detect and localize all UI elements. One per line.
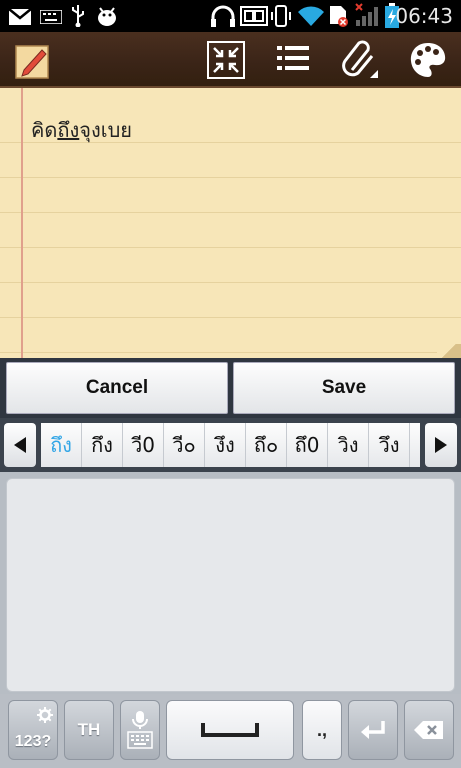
sim-error-icon [330, 6, 348, 27]
palette-icon[interactable] [408, 40, 448, 80]
candidate-item[interactable]: ถึ๐ [246, 423, 287, 467]
vibrate-icon [271, 5, 291, 27]
status-bar: 06:43 [0, 0, 461, 32]
candidate-item[interactable]: กึง [82, 423, 123, 467]
note-text-after: จุงเบย [79, 118, 132, 142]
backspace-icon [414, 721, 443, 739]
candidate-item[interactable]: ถึง [41, 423, 82, 467]
note-text-before: คิด [31, 118, 58, 142]
note-paper[interactable]: คิดถึงจุงเบย [0, 88, 461, 358]
paper-curl [437, 344, 461, 358]
space-bar-icon [201, 723, 259, 737]
handwriting-pad[interactable] [6, 478, 455, 692]
language-key[interactable]: TH [64, 700, 114, 760]
language-key-label: TH [77, 720, 101, 739]
candidate-bar: ถึง กึง วี0 วี๐ งึง ถึ๐ ถึ0 วิง วึง วึ [0, 418, 461, 472]
signal-icon [355, 3, 378, 26]
candidate-prev-button[interactable] [4, 423, 36, 467]
save-button[interactable]: Save [233, 362, 455, 414]
arrow-right-icon [435, 437, 447, 453]
mic-keyboard-icon [127, 711, 153, 749]
handwriting-area [0, 472, 461, 694]
candidate-item[interactable]: ถึ0 [287, 423, 328, 467]
enter-key[interactable] [348, 700, 398, 760]
arrow-left-icon [14, 437, 26, 453]
gmail-icon [8, 8, 32, 25]
candidate-item[interactable]: งึง [205, 423, 246, 467]
shrink-icon[interactable] [206, 40, 246, 80]
candidate-item[interactable]: วี๐ [164, 423, 205, 467]
voice-keyboard-key[interactable] [120, 700, 160, 760]
paper-margin-line [21, 88, 23, 358]
space-key[interactable] [166, 700, 294, 760]
headset-icon [211, 5, 235, 27]
nfc-icon [240, 6, 268, 26]
keyboard-bottom-row: 123? TH ., [0, 694, 461, 768]
candidate-next-button[interactable] [425, 423, 457, 467]
note-text[interactable]: คิดถึงจุงเบย [31, 114, 132, 146]
toolbar [0, 32, 461, 88]
settings-gear-icon [37, 707, 53, 723]
wifi-icon [298, 6, 324, 26]
list-icon[interactable] [276, 42, 316, 82]
candidate-item[interactable]: วี0 [123, 423, 164, 467]
backspace-key[interactable] [404, 700, 454, 760]
paperclip-icon[interactable] [340, 40, 380, 80]
numeric-mode-label: 123? [14, 733, 52, 750]
candidate-item[interactable]: วิง [328, 423, 369, 467]
status-time: 06:43 [395, 4, 453, 28]
numeric-mode-key[interactable]: 123? [8, 700, 58, 760]
cancel-button[interactable]: Cancel [6, 362, 228, 414]
keyboard-icon [40, 10, 62, 24]
android-debug-icon [98, 7, 116, 26]
memo-pencil-icon[interactable] [14, 42, 54, 82]
note-text-composing: ถึง [57, 118, 80, 142]
punctuation-key[interactable]: ., [302, 700, 342, 760]
punctuation-key-label: ., [316, 719, 327, 740]
action-bar: Cancel Save [0, 358, 461, 418]
candidate-item[interactable]: วึง [369, 423, 410, 467]
candidate-item[interactable]: วึ [410, 423, 420, 467]
candidate-strip: ถึง กึง วี0 วี๐ งึง ถึ๐ ถึ0 วิง วึง วึ [41, 423, 420, 467]
usb-icon [72, 5, 84, 27]
enter-icon [361, 721, 385, 739]
